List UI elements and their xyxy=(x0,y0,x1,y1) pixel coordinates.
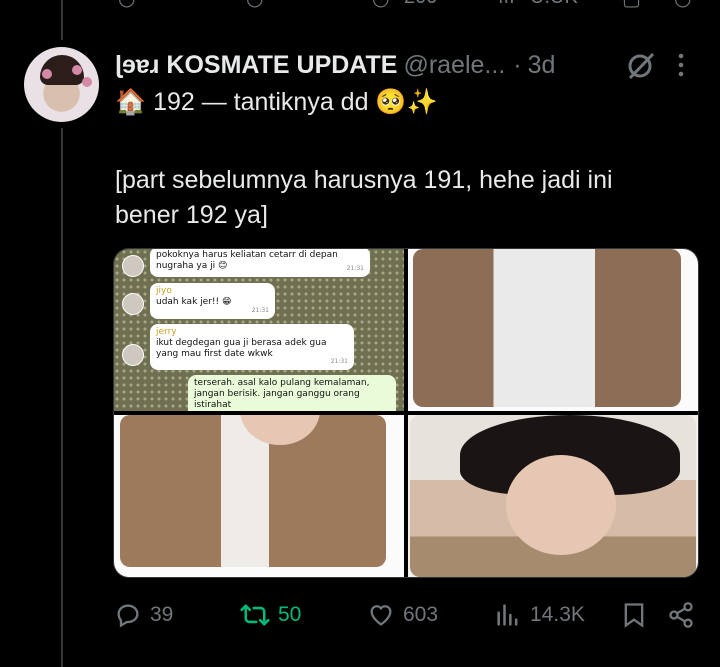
prev-views-count: U.UK xyxy=(530,0,578,9)
avatar[interactable] xyxy=(24,47,99,122)
avatar-flower xyxy=(72,65,82,75)
like-count: 603 xyxy=(403,603,439,626)
chat-bubble: pokoknya harus keliatan cetarr di depan … xyxy=(150,249,370,277)
views-count: 14.3K xyxy=(530,603,585,626)
prev-share-icon[interactable]: ◡ xyxy=(674,0,691,11)
prev-like-count: 200 xyxy=(404,0,437,9)
like-button[interactable]: 603 xyxy=(367,597,438,633)
reply-button[interactable]: 39 xyxy=(114,597,173,633)
avatar-flower xyxy=(82,77,92,87)
media-photo-2[interactable] xyxy=(408,249,698,411)
chat-sender: jiyo xyxy=(156,286,172,296)
chat-time: 21:31 xyxy=(346,265,364,272)
photo-smile xyxy=(120,415,386,567)
user-handle[interactable]: @raele... xyxy=(403,51,505,79)
reply-icon xyxy=(117,604,139,628)
post-actions: 39 50 603 14.3K xyxy=(0,597,720,633)
photo-cardigan xyxy=(413,249,681,407)
media-grid[interactable]: pokoknya harus keliatan cetarr di depan … xyxy=(113,248,699,578)
chat-avatar xyxy=(122,344,144,366)
chat-bubble-outgoing: terserah. asal kalo pulang kemalaman, ja… xyxy=(188,375,396,411)
share-icon xyxy=(669,602,693,628)
photo-face xyxy=(506,455,616,555)
prev-repost-icon[interactable]: ◡ xyxy=(246,0,263,11)
post-time[interactable]: 3d xyxy=(528,51,556,79)
post-header: ɭɘɐɹ KOSMATE UPDATE @raele... · 3d xyxy=(115,50,715,80)
chat-bubble: jerry ikut degdegan gua ji berasa adek g… xyxy=(150,324,354,370)
chat-time: 21:31 xyxy=(330,358,348,365)
chat-bubble: jiyo udah kak jer!! 😁 21:31 xyxy=(150,283,275,319)
views-icon xyxy=(497,604,518,626)
prev-reply-icon[interactable]: ◡ xyxy=(118,0,135,11)
prev-like-icon[interactable]: ◡ xyxy=(372,0,389,11)
photo-face xyxy=(240,415,320,445)
like-icon xyxy=(370,605,392,626)
repost-count: 50 xyxy=(278,603,302,626)
reply-count: 39 xyxy=(150,603,174,626)
avatar-flower xyxy=(42,69,52,79)
bookmark-button[interactable] xyxy=(621,597,655,633)
chat-sender: jerry xyxy=(156,327,177,337)
chat-avatar xyxy=(122,255,144,277)
repost-icon xyxy=(240,604,270,626)
prev-views-icon[interactable]: ııı xyxy=(498,0,515,9)
chat-avatar xyxy=(122,293,144,315)
post-text-line2: [part sebelumnya harusnya 191, hehe jadi… xyxy=(115,166,613,194)
previous-post-actions: ◡ ◡ ◡ 200 ııı U.UK ▢ ◡ xyxy=(0,0,720,11)
prev-bookmark-icon[interactable]: ▢ xyxy=(622,0,641,11)
share-button[interactable] xyxy=(667,597,703,633)
repost-button[interactable]: 50 xyxy=(240,597,301,633)
chat-message: terserah. asal kalo pulang kemalaman, ja… xyxy=(194,378,370,410)
display-name[interactable]: ɭɘɐɹ KOSMATE UPDATE xyxy=(115,51,397,79)
chat-message: ikut degdegan gua ji berasa adek gua yan… xyxy=(156,338,327,359)
separator-dot: · xyxy=(513,51,522,79)
post-text-line1: 🏠 192 — tantiknya dd 🥺✨ xyxy=(115,88,438,116)
media-chat-screenshot[interactable]: pokoknya harus keliatan cetarr di depan … xyxy=(114,249,404,411)
media-photo-3[interactable] xyxy=(114,415,404,577)
more-icon[interactable] xyxy=(676,52,686,78)
chat-time: 21:31 xyxy=(251,307,269,314)
post-text-line3: bener 192 ya] xyxy=(115,201,268,229)
grok-icon[interactable] xyxy=(626,52,656,80)
views-button[interactable]: 14.3K xyxy=(494,597,585,633)
chat-message: pokoknya harus keliatan cetarr di depan … xyxy=(156,250,338,271)
photo-portrait xyxy=(410,415,696,577)
thread-line-bottom xyxy=(61,128,63,667)
bookmark-icon xyxy=(624,603,644,628)
media-photo-4[interactable] xyxy=(408,415,698,577)
